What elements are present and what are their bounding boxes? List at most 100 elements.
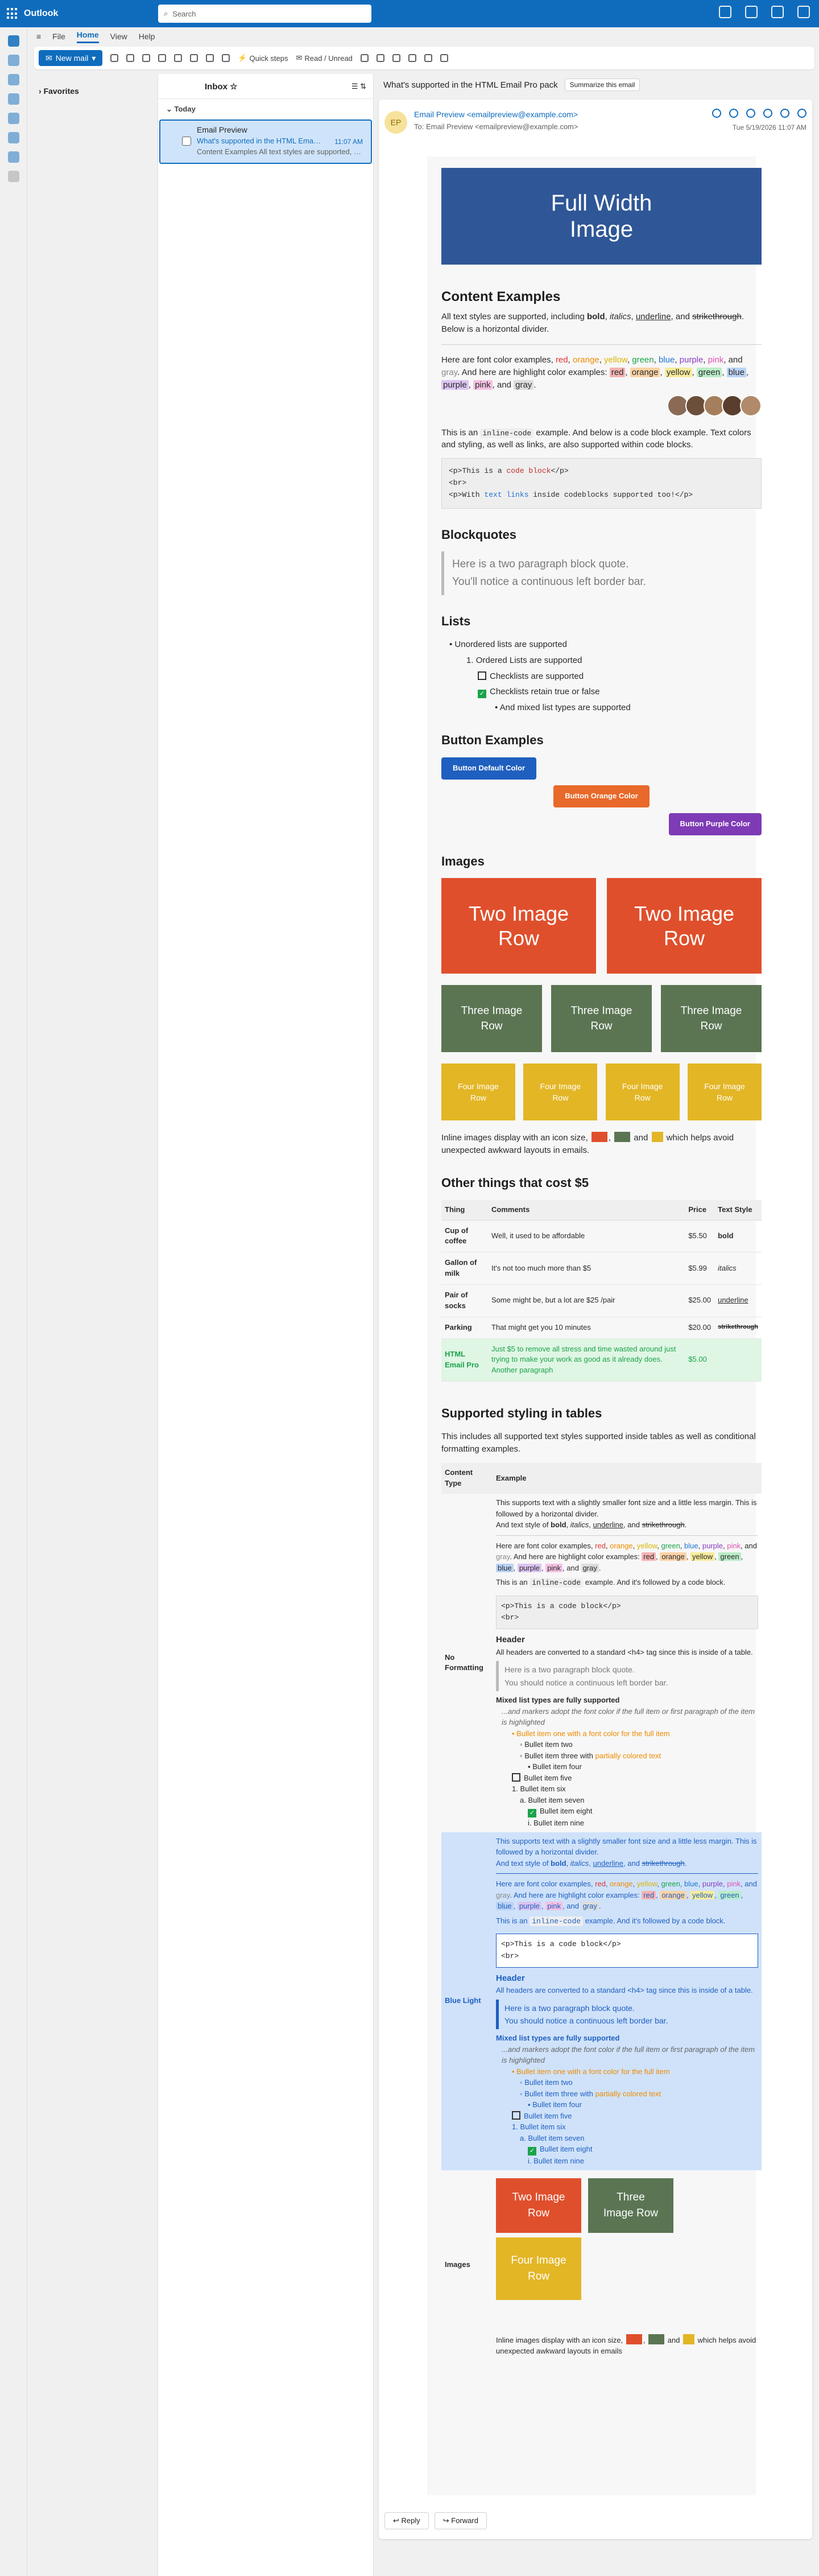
cell: Just $5 to remove all stress and time wa… — [488, 1338, 685, 1382]
bolt-icon: ⚡ — [238, 53, 247, 62]
cell: $25.00 — [685, 1284, 715, 1317]
cell: $5.50 — [685, 1220, 715, 1253]
reply-all-icon[interactable] — [746, 109, 755, 118]
list-text: Checklists are supported — [490, 671, 584, 681]
tab-home[interactable]: Home — [76, 30, 99, 43]
list-item[interactable]: Email Preview What's supported in the HT… — [159, 119, 372, 164]
checkbox[interactable] — [478, 671, 486, 680]
waffle-icon[interactable] — [7, 8, 18, 19]
emoji-icon[interactable] — [712, 109, 721, 118]
list-item: • Unordered lists are supported — [449, 640, 568, 650]
forward-icon[interactable] — [222, 54, 230, 62]
cell-colors: Here are font color examples, red, orang… — [496, 1880, 757, 1911]
snooze-icon[interactable] — [408, 54, 416, 62]
search-placeholder: Search — [172, 9, 196, 18]
tab-help[interactable]: Help — [139, 32, 155, 41]
org-icon[interactable] — [8, 151, 19, 163]
checkbox-checked[interactable]: ✓ — [528, 1809, 536, 1818]
cell: strikethrough — [714, 1317, 762, 1339]
flag-icon[interactable] — [376, 54, 384, 62]
tab-view[interactable]: View — [110, 32, 127, 41]
col-header: Thing — [441, 1200, 488, 1221]
reply-all-icon[interactable] — [206, 54, 214, 62]
img-label: Two Image Row — [468, 902, 569, 950]
inline-image — [626, 2334, 642, 2344]
forward-icon[interactable] — [763, 109, 772, 118]
chevron-right-icon: › — [39, 86, 44, 96]
img-label: Three Image Row — [570, 1004, 632, 1033]
read-unread-button[interactable]: ✉ Read / Unread — [296, 53, 352, 63]
onedrive-icon[interactable] — [8, 132, 19, 143]
people-icon[interactable] — [8, 74, 19, 85]
app-rail — [0, 27, 27, 2576]
cell-text: This supports text with a slightly small… — [496, 1498, 757, 1518]
checkbox-checked[interactable]: ✓ — [478, 690, 486, 699]
help-icon[interactable] — [797, 6, 810, 18]
reply-button[interactable]: ↩ Reply — [384, 2512, 429, 2529]
group-today[interactable]: ⌄ Today — [158, 99, 373, 119]
cell: HTML Email Pro — [441, 1338, 488, 1382]
new-mail-button[interactable]: ✉ New mail ▾ — [39, 50, 103, 66]
report-icon[interactable] — [142, 54, 151, 62]
tab-file[interactable]: File — [52, 32, 65, 41]
email-date: Tue 5/19/2026 11:07 AM — [732, 123, 806, 131]
delete-icon[interactable] — [110, 54, 119, 62]
mail-icon[interactable] — [8, 35, 19, 47]
checkbox[interactable] — [512, 1773, 520, 1782]
bq-line2: You should notice a continuous left bord… — [504, 1678, 668, 1687]
two-image: Two Image Row — [441, 878, 596, 974]
inline-image — [651, 1132, 663, 1143]
meet-icon[interactable] — [719, 6, 731, 18]
select-checkbox[interactable] — [182, 137, 191, 146]
list-item: i. Bullet item nine — [528, 1819, 585, 1828]
list-text: Bullet item four — [532, 1762, 582, 1771]
tab-menu[interactable]: ≡ — [36, 32, 41, 41]
mixed-list: • Unordered lists are supported 1. Order… — [441, 638, 762, 714]
pin-icon[interactable] — [392, 54, 400, 62]
col-header: Example — [493, 1463, 762, 1494]
purple-color-button[interactable]: Button Purple Color — [668, 813, 762, 835]
orange-color-button[interactable]: Button Orange Color — [553, 785, 650, 807]
todo-icon[interactable] — [8, 113, 19, 124]
groups-icon[interactable] — [8, 93, 19, 105]
sweep-icon[interactable] — [158, 54, 167, 62]
move-icon[interactable] — [174, 54, 183, 62]
table-row: Images Two Image Row Three Image Row Four… — [441, 2170, 762, 2360]
quick-steps-button[interactable]: ⚡ Quick steps — [238, 53, 288, 63]
more-icon[interactable] — [797, 109, 806, 118]
table-image: Two Image Row — [496, 2178, 581, 2233]
table-row: No Formatting This supports text with a … — [441, 1494, 762, 1832]
app-title[interactable]: Outlook — [7, 8, 58, 19]
tag-icon[interactable] — [360, 54, 369, 62]
search-input[interactable]: ⌕ Search — [158, 5, 371, 23]
email-body: Full Width Image Content Examples All te… — [427, 156, 762, 2495]
new-mail-label: New mail — [55, 53, 89, 63]
row-label: Blue Light — [441, 1832, 493, 2170]
reply-icon[interactable] — [729, 109, 738, 118]
apps-icon[interactable] — [780, 109, 789, 118]
reply-icon[interactable] — [190, 54, 198, 62]
list-text: Bullet item four — [532, 2100, 582, 2109]
bq-line1: Here is a two paragraph block quote. — [452, 558, 629, 571]
styling-intro: This includes all supported text styles … — [441, 1431, 756, 1454]
archive-icon[interactable] — [126, 54, 135, 62]
summarize-button[interactable]: Summarize this email — [564, 79, 640, 91]
print-icon[interactable] — [424, 54, 432, 62]
img-label: Four Image Row — [622, 1082, 663, 1103]
forward-button[interactable]: ↪ Forward — [434, 2512, 487, 2529]
more-icon[interactable] — [440, 54, 448, 62]
gear-icon[interactable] — [771, 6, 784, 18]
bullet-list: • Bullet item one with a font color for … — [496, 2066, 758, 2167]
filter-icon[interactable]: ☰ ⇅ — [351, 82, 366, 91]
default-color-button[interactable]: Button Default Color — [441, 757, 537, 780]
calendar-icon[interactable] — [8, 55, 19, 66]
apps-icon[interactable] — [8, 171, 19, 182]
bell-icon[interactable] — [745, 6, 758, 18]
checkbox[interactable] — [512, 2111, 520, 2120]
checkbox-checked[interactable]: ✓ — [528, 2147, 536, 2156]
list-text: Bullet item one with a font color for th… — [516, 1729, 670, 1738]
favorites-folder[interactable]: › Favorites — [27, 74, 155, 96]
blockquote: Here is a two paragraph block quote. You'… — [441, 551, 762, 596]
folder-pane: › Favorites — [27, 74, 155, 2576]
sender-name[interactable]: Email Preview <emailpreview@example.com> — [414, 110, 578, 119]
